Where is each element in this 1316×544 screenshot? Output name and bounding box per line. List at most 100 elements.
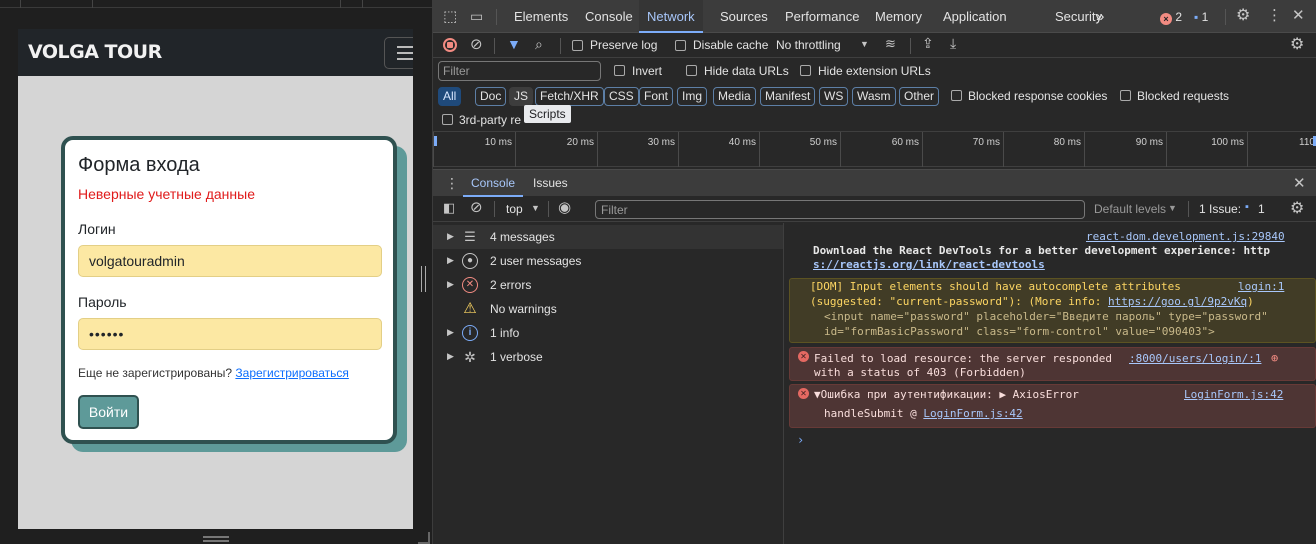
filter-funnel-icon[interactable]: ▼ <box>507 37 521 51</box>
source-link[interactable]: :8000/users/login/:1 <box>1129 352 1261 365</box>
network-conditions-icon[interactable]: ≋ <box>885 37 896 50</box>
type-manifest[interactable]: Manifest <box>760 87 816 106</box>
resize-handle[interactable] <box>203 536 229 544</box>
drawer-tab-console[interactable]: Console <box>463 170 524 197</box>
close-drawer-icon[interactable]: ✕ <box>1293 176 1306 191</box>
type-css[interactable]: CSS <box>604 87 639 106</box>
brand-logo[interactable]: VOLGA TOUR <box>28 41 162 63</box>
network-request-icon[interactable]: ⊕ <box>1271 351 1278 365</box>
inspect-element-icon[interactable]: ⬚ <box>443 9 457 24</box>
register-link[interactable]: Зарегистрироваться <box>235 366 348 380</box>
import-har-icon[interactable]: ⇪ <box>922 36 934 50</box>
clear-icon[interactable]: ⊘ <box>470 37 483 52</box>
chevron-down-icon[interactable]: ▼ <box>1168 204 1177 213</box>
sidebar-item-verbose[interactable]: ▶ ✲ 1 verbose <box>433 345 783 369</box>
context-selector[interactable]: top <box>506 202 523 216</box>
stack-frame-link[interactable]: LoginForm.js:42 <box>923 407 1022 420</box>
device-toolbar-icon[interactable]: ▭ <box>470 9 483 23</box>
type-ws[interactable]: WS <box>819 87 849 106</box>
submit-button[interactable]: Войти <box>78 395 139 429</box>
sidebar-item-warnings[interactable]: ⚠ No warnings <box>433 297 783 321</box>
error-count-badge[interactable]: × 2 <box>1160 10 1182 25</box>
source-link[interactable]: login:1 <box>1238 280 1284 293</box>
hide-data-urls-checkbox[interactable] <box>686 65 697 76</box>
expand-arrow-icon[interactable]: ▶ <box>447 279 454 290</box>
search-icon[interactable]: ⌕ <box>535 37 543 51</box>
console-settings-icon[interactable]: ⚙ <box>1290 201 1304 217</box>
preserve-log-checkbox[interactable] <box>572 40 583 51</box>
type-all[interactable]: All <box>438 87 462 106</box>
timeline-tick: 20 ms <box>515 132 597 167</box>
expand-arrow-icon[interactable]: ▶ <box>447 255 454 266</box>
network-filter-input[interactable]: Filter <box>438 61 601 81</box>
form-title: Форма входа <box>78 154 200 176</box>
clear-console-icon[interactable]: ⊘ <box>470 200 483 215</box>
export-har-icon[interactable]: ⤓ <box>950 36 956 50</box>
sidebar-item-user-messages[interactable]: ▶ ● 2 user messages <box>433 249 783 273</box>
expand-arrow-icon[interactable]: ▶ <box>447 327 454 338</box>
panel-splitter[interactable] <box>413 0 433 544</box>
sidebar-item-messages[interactable]: ▶ ☰ 4 messages <box>433 225 783 249</box>
info-icon: i <box>462 325 478 341</box>
timeline-tick: 50 ms <box>759 132 840 167</box>
disable-cache-checkbox[interactable] <box>675 40 686 51</box>
error-icon: ✕ <box>798 351 809 362</box>
tab-network[interactable]: Network <box>639 0 703 33</box>
drawer-menu-icon[interactable]: ⋮ <box>445 176 459 190</box>
password-input[interactable]: •••••• <box>78 318 382 350</box>
more-options-icon[interactable]: ⋮ <box>1267 8 1282 23</box>
source-link[interactable]: react-dom.development.js:29840 <box>1086 230 1285 243</box>
type-img[interactable]: Img <box>677 87 708 106</box>
menu-toggle-button[interactable] <box>384 37 413 69</box>
chevron-down-icon[interactable]: ▼ <box>860 40 869 49</box>
invert-checkbox[interactable] <box>614 65 625 76</box>
issues-link[interactable]: 1 Issue: <box>1199 202 1241 216</box>
type-media[interactable]: Media <box>713 87 756 106</box>
expand-arrow-icon[interactable]: ▶ <box>447 231 454 242</box>
type-font[interactable]: Font <box>639 87 674 106</box>
message-link[interactable]: https://goo.gl/9p2vKq <box>1108 295 1247 308</box>
code-snippet: <input name="password" placeholder="Введ… <box>824 310 1268 323</box>
throttling-select[interactable]: No throttling <box>776 38 841 52</box>
tab-application[interactable]: Application <box>935 0 1015 33</box>
network-timeline[interactable]: 10 ms 20 ms 30 ms 40 ms 50 ms 60 ms 70 m… <box>433 132 1316 167</box>
splitter-grip-icon[interactable] <box>421 266 426 292</box>
network-settings-icon[interactable]: ⚙ <box>1290 37 1304 53</box>
drawer-tab-issues[interactable]: Issues <box>525 170 576 197</box>
tab-memory[interactable]: Memory <box>867 0 930 33</box>
message-text[interactable]: ▼Ошибка при аутентификации: ▶ AxiosError <box>814 388 1079 401</box>
settings-gear-icon[interactable]: ⚙ <box>1236 8 1250 24</box>
close-devtools-icon[interactable]: ✕ <box>1292 8 1305 23</box>
blocked-requests-checkbox[interactable] <box>1120 90 1131 101</box>
type-wasm[interactable]: Wasm <box>852 87 896 106</box>
more-tabs-button[interactable]: » <box>1088 0 1112 33</box>
source-link[interactable]: LoginForm.js:42 <box>1184 388 1283 401</box>
blocked-cookies-checkbox[interactable] <box>951 90 962 101</box>
tab-console[interactable]: Console <box>577 0 641 33</box>
sidebar-item-errors[interactable]: ▶ ✕ 2 errors <box>433 273 783 297</box>
console-warning-message: [DOM] Input elements should have autocom… <box>789 278 1316 343</box>
type-js[interactable]: JS <box>509 87 534 106</box>
chevron-down-icon[interactable]: ▼ <box>531 204 540 213</box>
type-other[interactable]: Other <box>899 87 940 106</box>
issue-count-badge[interactable]: ▪ 1 <box>1194 10 1208 24</box>
message-link[interactable]: s://reactjs.org/link/react-devtools <box>813 258 1045 271</box>
error-icon: ✕ <box>798 388 809 399</box>
tab-performance[interactable]: Performance <box>777 0 867 33</box>
sidebar-toggle-icon[interactable]: ◧ <box>443 201 455 214</box>
live-expression-eye-icon[interactable]: ◉ <box>558 200 571 215</box>
type-doc[interactable]: Doc <box>475 87 507 106</box>
message-text: Failed to load resource: the server resp… <box>814 352 1113 365</box>
type-fetch-xhr[interactable]: Fetch/XHR <box>535 87 604 106</box>
console-filter-input[interactable]: Filter <box>595 200 1085 219</box>
third-party-checkbox[interactable] <box>442 114 453 125</box>
tab-sources[interactable]: Sources <box>712 0 776 33</box>
log-levels-select[interactable]: Default levels <box>1094 202 1166 216</box>
expand-arrow-icon[interactable]: ▶ <box>447 351 454 362</box>
hide-extension-urls-checkbox[interactable] <box>800 65 811 76</box>
tab-elements[interactable]: Elements <box>506 0 576 33</box>
record-stop-icon[interactable] <box>443 38 457 52</box>
login-input[interactable]: volgatouradmin <box>78 245 382 277</box>
sidebar-item-info[interactable]: ▶ i 1 info <box>433 321 783 345</box>
console-prompt[interactable]: › <box>797 433 804 447</box>
